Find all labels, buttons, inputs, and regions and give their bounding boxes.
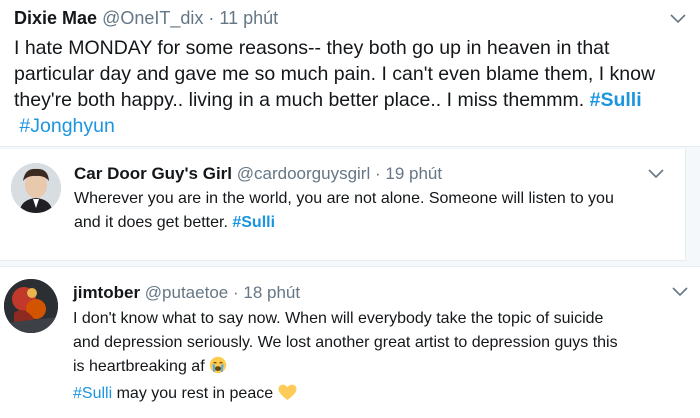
- tweet-time[interactable]: 18 phút: [243, 283, 300, 302]
- tweet-line: #Jonghyun: [14, 113, 655, 139]
- avatar[interactable]: [4, 279, 58, 333]
- chevron-down-icon[interactable]: [670, 14, 686, 26]
- tweet-car-door-guys-girl[interactable]: Car Door Guy's Girl @cardoorguysgirl · 1…: [0, 149, 686, 261]
- avatar-image: [11, 163, 61, 213]
- tweet-header: jimtober @putaetoe · 18 phút: [73, 283, 300, 303]
- author-name[interactable]: Car Door Guy's Girl: [74, 164, 232, 183]
- separator-dot: ·: [232, 283, 239, 302]
- tweet-line: I hate MONDAY for some reasons-- they bo…: [14, 37, 610, 59]
- hashtag-sulli[interactable]: #Sulli: [73, 385, 112, 402]
- tweet-container-car-door-guys-girl: Car Door Guy's Girl @cardoorguysgirl · 1…: [0, 146, 700, 266]
- avatar[interactable]: [11, 163, 61, 213]
- chevron-down-icon[interactable]: [672, 287, 688, 299]
- tweet-line: particular day and gave me so much pain.…: [14, 63, 656, 85]
- tweet-line-text: they're both happy.. living in a much be…: [14, 89, 590, 111]
- tweet-dixie-mae[interactable]: Dixie Mae @OneIT_dix · 11 phút I hate MO…: [0, 0, 700, 146]
- tweet-header: Car Door Guy's Girl @cardoorguysgirl · 1…: [74, 164, 442, 184]
- author-handle[interactable]: @cardoorguysgirl: [237, 164, 370, 183]
- separator-dot: ·: [374, 164, 381, 183]
- chevron-down-icon[interactable]: [648, 169, 664, 181]
- author-handle[interactable]: @putaetoe: [145, 283, 228, 302]
- crying-face-icon: [209, 356, 227, 382]
- hashtag-jonghyun[interactable]: #Jonghyun: [19, 115, 114, 137]
- author-handle[interactable]: @OneIT_dix: [102, 8, 203, 28]
- hashtag-sulli[interactable]: #Sulli: [590, 89, 642, 111]
- tweet-line-text: and it does get better.: [74, 214, 233, 231]
- tweet-text: I hate MONDAY for some reasons-- they bo…: [14, 35, 655, 139]
- hashtag-sulli[interactable]: #Sulli: [232, 214, 275, 231]
- tweet-line: Wherever you are in the world, you are n…: [74, 190, 614, 207]
- author-name[interactable]: jimtober: [73, 283, 140, 302]
- tweet-time[interactable]: 19 phút: [385, 164, 442, 183]
- yellow-heart-icon: [278, 384, 297, 409]
- tweet-text: I don't know what to say now. When will …: [73, 307, 618, 409]
- tweet-time[interactable]: 11 phút: [219, 8, 278, 28]
- separator-dot: ·: [208, 8, 215, 28]
- tweet-header: Dixie Mae @OneIT_dix · 11 phút: [14, 8, 278, 28]
- tweet-line: I don't know what to say now. When will …: [73, 310, 604, 327]
- tweet-line-text: is heartbreaking af: [73, 358, 210, 375]
- tweet-line: and depression seriously. We lost anothe…: [73, 334, 618, 351]
- avatar-image: [4, 279, 58, 333]
- tweet-line: they're both happy.. living in a much be…: [14, 87, 655, 113]
- tweet-line: #Sulli may you rest in peace: [73, 382, 618, 409]
- tweet-jimtober[interactable]: jimtober @putaetoe · 18 phút I don't kno…: [0, 266, 700, 418]
- tweet-line: is heartbreaking af: [73, 355, 618, 382]
- tweet-line-text: may you rest in peace: [112, 385, 278, 402]
- tweet-text: Wherever you are in the world, you are n…: [74, 187, 614, 235]
- author-name[interactable]: Dixie Mae: [14, 8, 97, 28]
- tweet-line: and it does get better. #Sulli: [74, 211, 614, 235]
